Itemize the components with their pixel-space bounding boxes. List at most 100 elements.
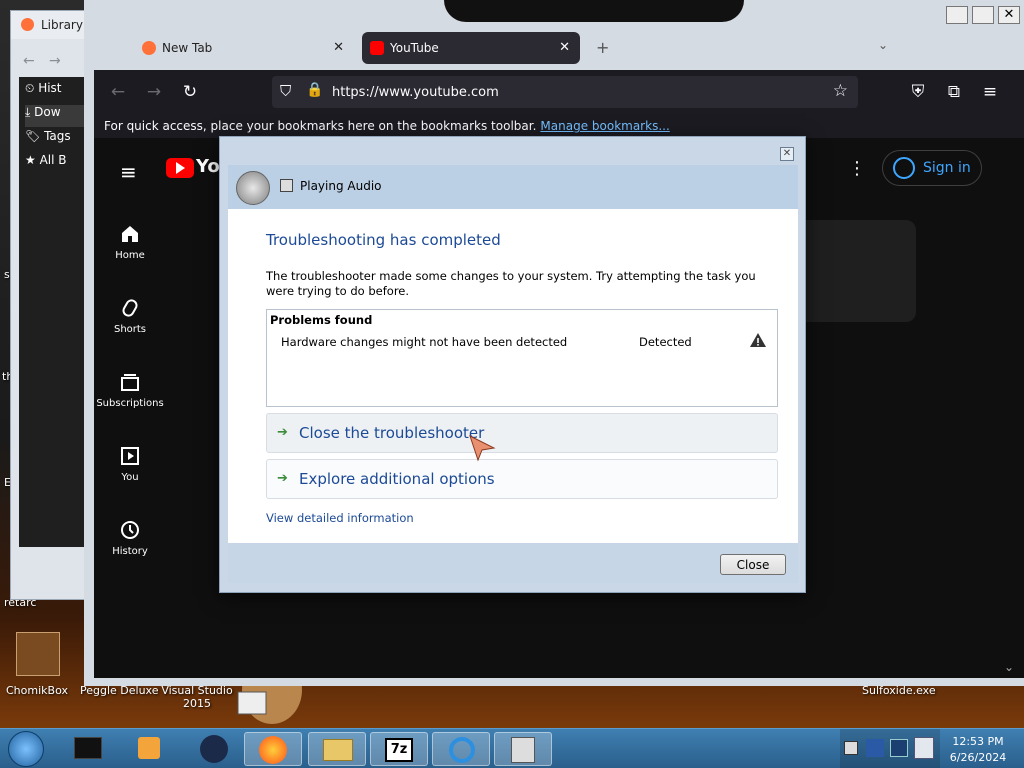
manage-bookmarks-link[interactable]: Manage bookmarks... bbox=[540, 119, 669, 133]
problem-status: Detected bbox=[639, 335, 692, 349]
forward-arrow-icon[interactable]: → bbox=[49, 53, 61, 69]
home-icon bbox=[122, 226, 138, 242]
navigation-toolbar: ← → ↻ ⛉ 🔒 https://www.youtube.com ☆ ⛨ ⧉ … bbox=[94, 70, 1024, 114]
close-icon[interactable]: ✕ bbox=[333, 40, 344, 55]
troubleshooter-icon bbox=[511, 737, 535, 763]
tab-new-tab[interactable]: New Tab ✕ bbox=[134, 32, 354, 64]
nav-label: You bbox=[121, 472, 139, 483]
start-button[interactable] bbox=[8, 731, 44, 767]
library-item-all-bookmarks[interactable]: ★ All B bbox=[25, 153, 67, 175]
explore-additional-options[interactable]: ➔ Explore additional options bbox=[266, 459, 778, 499]
minimize-button[interactable] bbox=[946, 6, 968, 24]
firefox-icon bbox=[259, 736, 287, 764]
system-tray bbox=[840, 729, 940, 768]
star-icon: ★ bbox=[25, 153, 40, 167]
nav-item-history[interactable]: History bbox=[94, 506, 166, 570]
back-orb-icon[interactable] bbox=[236, 171, 270, 205]
reload-icon[interactable]: ↻ bbox=[178, 80, 202, 104]
star-icon[interactable]: ☆ bbox=[833, 81, 848, 101]
arrow-right-icon: ➔ bbox=[277, 425, 288, 440]
hamburger-menu-icon[interactable]: ≡ bbox=[120, 160, 137, 184]
desktop-edge-text: s bbox=[4, 268, 10, 281]
tray-volume-icon[interactable] bbox=[914, 737, 934, 759]
dialog-heading: Troubleshooting has completed bbox=[266, 231, 501, 249]
mouse-cursor-icon bbox=[469, 435, 496, 462]
menu-icon[interactable]: ≡ bbox=[978, 80, 1002, 104]
clock-date: 6/26/2024 bbox=[949, 751, 1007, 764]
clock[interactable]: 12:53 PM 6/26/2024 bbox=[938, 733, 1018, 765]
dialog-header: Playing Audio bbox=[228, 165, 798, 209]
tab-bar: New Tab ✕ YouTube ✕ + ⌄ bbox=[84, 28, 1024, 70]
close-icon[interactable]: ✕ bbox=[780, 147, 794, 161]
taskbar-app-dark-globe[interactable] bbox=[184, 732, 242, 766]
tray-shield-icon[interactable] bbox=[866, 739, 884, 757]
nav-label: Shorts bbox=[113, 324, 147, 335]
library-window: Library ← → ⏲ Hist ⤓ Dow 🏷 Tags ★ All B bbox=[10, 10, 95, 600]
warning-icon bbox=[750, 333, 766, 347]
close-icon[interactable]: ✕ bbox=[559, 40, 570, 55]
new-tab-plus-icon[interactable]: + bbox=[596, 38, 609, 57]
chomikbox-icon[interactable] bbox=[16, 632, 60, 676]
taskbar-firefox[interactable] bbox=[244, 732, 302, 766]
problems-header: Problems found bbox=[270, 313, 373, 327]
shield-icon[interactable]: ⛉ bbox=[280, 82, 291, 100]
problem-text: Hardware changes might not have been det… bbox=[281, 335, 568, 349]
nav-label: History bbox=[112, 546, 148, 557]
library-item-history[interactable]: ⏲ Hist bbox=[25, 81, 62, 103]
sign-in-button[interactable]: Sign in bbox=[882, 150, 982, 186]
arrow-right-icon: ➔ bbox=[277, 471, 288, 486]
youtube-logo-icon[interactable] bbox=[166, 158, 194, 178]
firefox-icon bbox=[21, 18, 34, 31]
dialog-app-title: Playing Audio bbox=[300, 179, 382, 193]
sign-in-label: Sign in bbox=[923, 160, 971, 176]
taskbar-media-player[interactable] bbox=[120, 732, 178, 766]
speaker-icon bbox=[280, 179, 293, 192]
folder-icon bbox=[323, 739, 353, 761]
maximize-button[interactable] bbox=[972, 6, 994, 24]
taskbar-explorer[interactable] bbox=[308, 732, 366, 766]
close-window-button[interactable]: ✕ bbox=[998, 6, 1020, 24]
desktop-icon-label[interactable]: Visual Studio 2015 bbox=[160, 684, 234, 710]
chevron-down-icon[interactable]: ⌄ bbox=[878, 38, 888, 52]
bookmarks-message: For quick access, place your bookmarks h… bbox=[104, 119, 537, 133]
back-arrow-icon[interactable]: ← bbox=[106, 80, 130, 104]
dialog-footer: Close bbox=[228, 543, 798, 583]
nav-item-home[interactable]: Home bbox=[94, 210, 166, 274]
back-arrow-icon[interactable]: ← bbox=[23, 53, 35, 69]
forward-arrow-icon[interactable]: → bbox=[142, 80, 166, 104]
more-options-icon[interactable]: ⋮ bbox=[848, 158, 866, 179]
close-troubleshooter-option[interactable]: ➔ Close the troubleshooter bbox=[266, 413, 778, 453]
show-hidden-icons-button[interactable] bbox=[844, 741, 858, 755]
nav-item-subscriptions[interactable]: Subscriptions bbox=[94, 358, 166, 422]
tag-icon: 🏷 bbox=[25, 129, 45, 143]
dialog-description: The troubleshooter made some changes to … bbox=[266, 269, 756, 298]
desktop-icon-label[interactable]: ChomikBox bbox=[6, 684, 68, 697]
tab-label: New Tab bbox=[162, 41, 213, 55]
tab-youtube[interactable]: YouTube ✕ bbox=[362, 32, 580, 64]
youtube-icon bbox=[370, 41, 384, 55]
option-label: Close the troubleshooter bbox=[299, 424, 485, 442]
you-icon bbox=[121, 447, 139, 465]
taskbar-internet-explorer[interactable] bbox=[432, 732, 490, 766]
nav-item-you[interactable]: You bbox=[94, 432, 166, 496]
url-text[interactable]: https://www.youtube.com bbox=[332, 85, 499, 100]
url-bar[interactable]: ⛉ 🔒 https://www.youtube.com ☆ bbox=[272, 76, 858, 108]
nav-label: Subscriptions bbox=[96, 398, 164, 409]
taskbar-troubleshooter[interactable] bbox=[494, 732, 552, 766]
close-button[interactable]: Close bbox=[720, 554, 786, 575]
extensions-icon[interactable]: ⧉ bbox=[942, 80, 966, 104]
problems-found-table: Problems found Hardware changes might no… bbox=[266, 309, 778, 407]
library-item-label: Dow bbox=[34, 105, 61, 119]
nav-item-shorts[interactable]: Shorts bbox=[94, 284, 166, 348]
library-title: Library bbox=[41, 18, 83, 32]
library-item-tags[interactable]: 🏷 Tags bbox=[25, 129, 71, 151]
lock-icon[interactable]: 🔒 bbox=[306, 82, 323, 98]
pocket-icon[interactable]: ⛨ bbox=[906, 80, 930, 104]
account-icon bbox=[893, 157, 915, 179]
tray-network-icon[interactable] bbox=[890, 739, 908, 757]
taskbar-app-black-box[interactable] bbox=[60, 732, 118, 766]
content-card bbox=[794, 220, 916, 322]
scroll-down-icon[interactable]: ⌄ bbox=[1004, 660, 1014, 674]
taskbar-7zip[interactable]: 7z bbox=[370, 732, 428, 766]
view-detailed-information-link[interactable]: View detailed information bbox=[266, 511, 414, 525]
